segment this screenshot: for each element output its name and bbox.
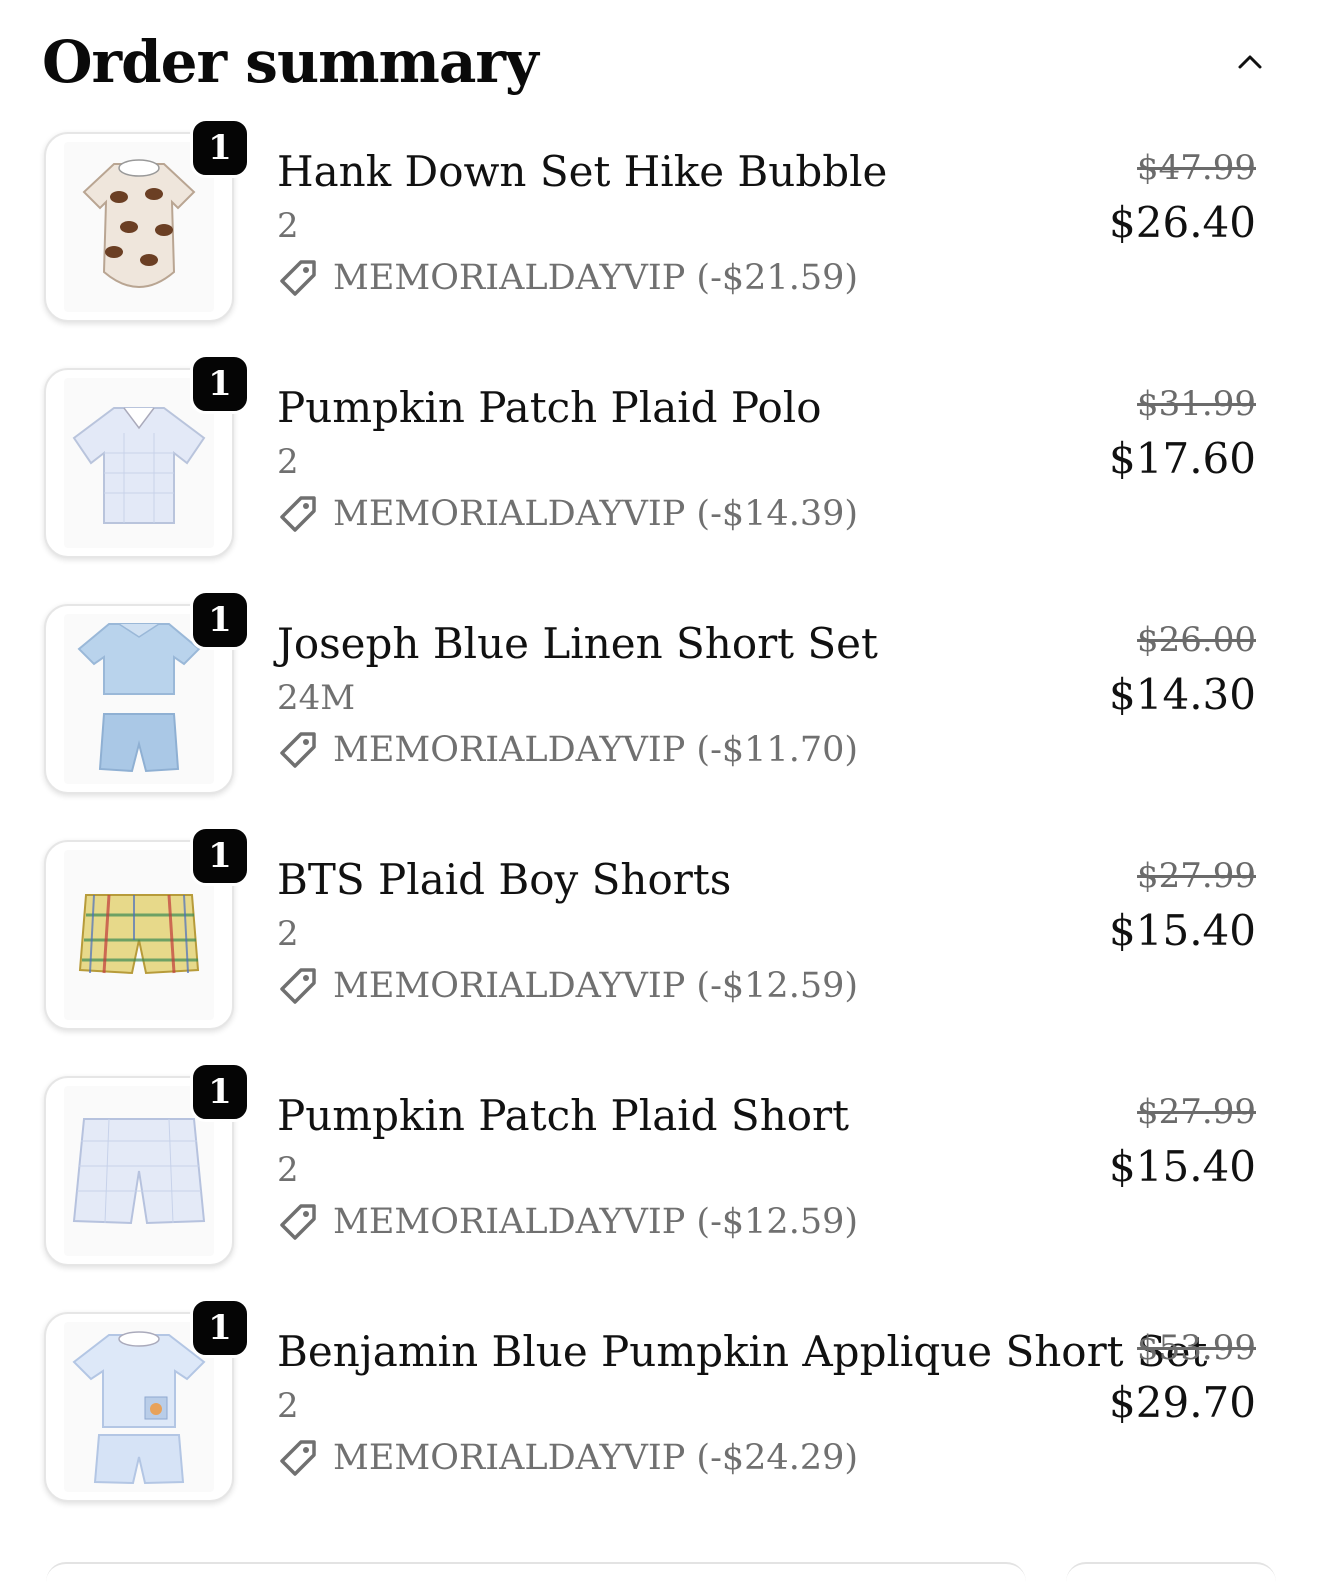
final-price: $17.60	[1109, 434, 1256, 483]
line-item: 1 BTS Plaid Boy Shorts 2 MEMORIALDAYVIP …	[44, 826, 1256, 1062]
product-thumbnail: 1	[44, 118, 250, 322]
discount-row: MEMORIALDAYVIP (-$12.59)	[277, 964, 1256, 1008]
quantity-badge: 1	[190, 590, 250, 650]
quantity-badge: 1	[190, 1062, 250, 1122]
price-block: $27.99 $15.40	[1109, 854, 1256, 960]
discount-code: MEMORIALDAYVIP (-$21.59)	[333, 258, 859, 298]
product-image-icon	[82, 159, 196, 288]
discount-code: MEMORIALDAYVIP (-$24.29)	[333, 1438, 859, 1478]
discount-code: MEMORIALDAYVIP (-$12.59)	[333, 1202, 859, 1242]
final-price: $15.40	[1109, 906, 1256, 955]
product-thumbnail: 1	[44, 826, 250, 1030]
quantity-badge: 1	[190, 354, 250, 414]
line-item: 1 Hank Down Set Hike Bubble 2 MEMORIALDA…	[44, 118, 1256, 354]
product-image-icon	[72, 1331, 206, 1485]
price-block: $47.99 $26.40	[1109, 146, 1256, 252]
tag-icon	[277, 729, 319, 771]
discount-code: MEMORIALDAYVIP (-$11.70)	[333, 730, 859, 770]
product-thumbnail: 1	[44, 1298, 250, 1502]
product-image-icon	[77, 623, 201, 773]
quantity-badge: 1	[190, 1298, 250, 1358]
collapse-button[interactable]	[1222, 34, 1278, 90]
line-item: 1 Pumpkin Patch Plaid Polo 2 MEMORIALDAY…	[44, 354, 1256, 590]
discount-row: MEMORIALDAYVIP (-$24.29)	[277, 1436, 1256, 1480]
final-price: $15.40	[1109, 1142, 1256, 1191]
discount-code-input-edge[interactable]	[46, 1562, 1026, 1592]
original-price: $27.99	[1137, 1092, 1256, 1132]
product-thumbnail: 1	[44, 354, 250, 558]
line-item: 1 Pumpkin Patch Plaid Short 2 MEMORIALDA…	[44, 1062, 1256, 1298]
original-price: $26.00	[1137, 620, 1256, 660]
line-item: 1 Benjamin Blue Pumpkin Applique Short S…	[44, 1298, 1256, 1534]
quantity-badge: 1	[190, 118, 250, 178]
discount-code: MEMORIALDAYVIP (-$14.39)	[333, 494, 859, 534]
order-summary-header[interactable]: Order summary	[42, 22, 1278, 102]
quantity-badge: 1	[190, 826, 250, 886]
page-title: Order summary	[42, 28, 539, 96]
original-price: $31.99	[1137, 384, 1256, 424]
discount-row: MEMORIALDAYVIP (-$21.59)	[277, 256, 1256, 300]
order-summary-panel: Order summary 1 Hank Down Set Hike Bubbl…	[0, 0, 1320, 1595]
discount-row: MEMORIALDAYVIP (-$12.59)	[277, 1200, 1256, 1244]
product-thumbnail: 1	[44, 590, 250, 794]
price-block: $53.99 $29.70	[1109, 1326, 1256, 1432]
tag-icon	[277, 965, 319, 1007]
discount-code: MEMORIALDAYVIP (-$12.59)	[333, 966, 859, 1006]
discount-row: MEMORIALDAYVIP (-$11.70)	[277, 728, 1256, 772]
original-price: $47.99	[1137, 148, 1256, 188]
tag-icon	[277, 1201, 319, 1243]
tag-icon	[277, 257, 319, 299]
apply-button-edge[interactable]	[1066, 1562, 1276, 1592]
product-image-icon	[72, 1118, 206, 1225]
tag-icon	[277, 493, 319, 535]
product-thumbnail: 1	[44, 1062, 250, 1266]
final-price: $29.70	[1109, 1378, 1256, 1427]
original-price: $53.99	[1137, 1328, 1256, 1368]
final-price: $14.30	[1109, 670, 1256, 719]
price-block: $26.00 $14.30	[1109, 618, 1256, 724]
original-price: $27.99	[1137, 856, 1256, 896]
product-image-icon	[78, 894, 200, 975]
tag-icon	[277, 1437, 319, 1479]
product-image-icon	[72, 407, 206, 524]
line-item: 1 Joseph Blue Linen Short Set 24M MEMORI…	[44, 590, 1256, 826]
price-block: $27.99 $15.40	[1109, 1090, 1256, 1196]
final-price: $26.40	[1109, 198, 1256, 247]
line-items-list: 1 Hank Down Set Hike Bubble 2 MEMORIALDA…	[44, 118, 1256, 1534]
discount-row: MEMORIALDAYVIP (-$14.39)	[277, 492, 1256, 536]
chevron-up-icon	[1238, 55, 1262, 69]
price-block: $31.99 $17.60	[1109, 382, 1256, 488]
